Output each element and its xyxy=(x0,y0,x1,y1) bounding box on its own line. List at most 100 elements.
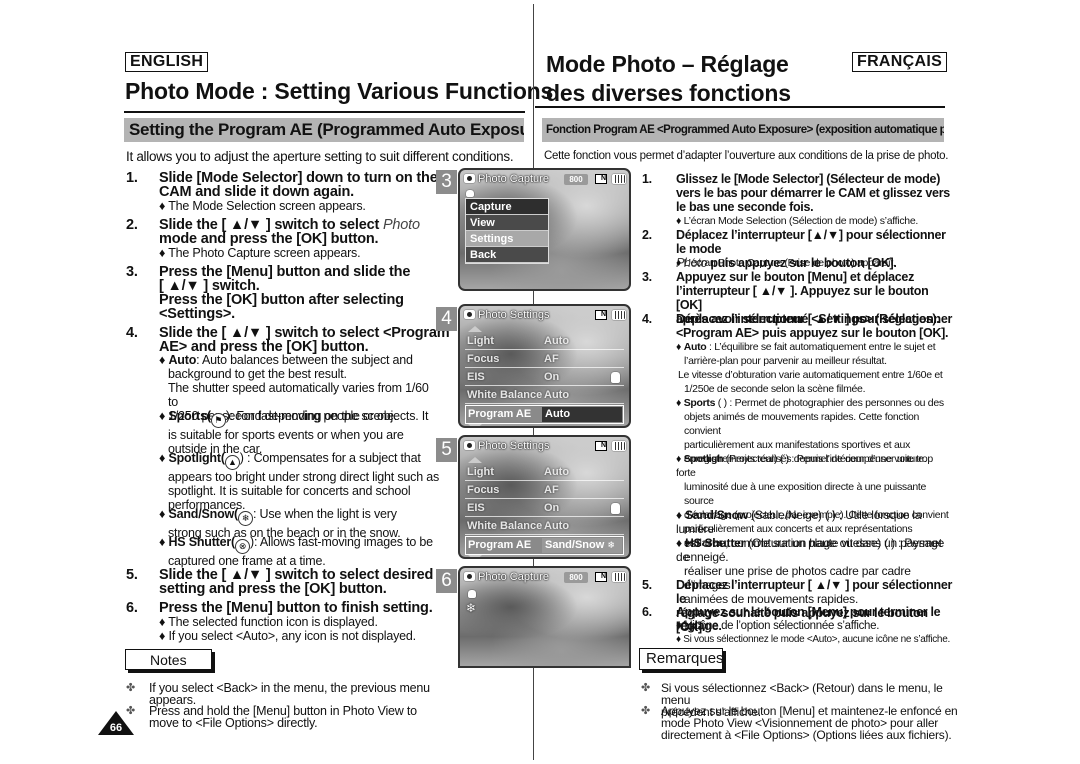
memory-icon: N xyxy=(595,174,607,184)
scroll-up-icon[interactable] xyxy=(468,326,482,332)
hs-shutter-icon: ⊗ xyxy=(235,539,251,554)
option-text: appears too bright under strong direct l… xyxy=(168,470,440,484)
setting-row-white-balance[interactable]: White Balance Auto xyxy=(465,387,624,404)
step-number: 5. xyxy=(642,578,652,592)
scroll-down-icon[interactable] xyxy=(468,555,482,557)
step-number: 3. xyxy=(126,264,138,280)
setting-row-white-balance[interactable]: White Balance Auto xyxy=(465,518,624,535)
step-number: 5. xyxy=(126,567,138,583)
setting-row-eis[interactable]: EIS On xyxy=(465,369,624,386)
stabilizer-icon xyxy=(468,590,476,598)
option-name: Sports( xyxy=(168,409,211,423)
step-number: 6. xyxy=(126,600,138,616)
spotlight-icon: ▲ xyxy=(224,455,240,470)
screen-title: Photo Capture xyxy=(478,571,549,583)
option-text: : Use when the light is very xyxy=(253,507,397,521)
en-step-2-result: ♦ The Photo Capture screen appears. xyxy=(159,246,361,260)
setting-row-eis[interactable]: EIS On xyxy=(465,500,624,517)
setting-row-focus[interactable]: Focus AF xyxy=(465,482,624,499)
option-name: Sand/Snow xyxy=(685,508,748,522)
option-name: Spotligh xyxy=(683,453,724,465)
option-text: background to get the best result. xyxy=(168,367,347,381)
option-text: : L’équilibre se fait automatiquement en… xyxy=(706,341,936,353)
screen-connector xyxy=(533,290,534,305)
setting-value: Auto xyxy=(544,520,570,532)
setting-row-focus[interactable]: Focus AF xyxy=(465,351,624,368)
fr-step-1-result: ♦ L’écran Mode Selection (Sélection de m… xyxy=(676,215,918,227)
step-text: <Program AE> puis appuyez sur le bouton … xyxy=(676,326,949,340)
setting-row-program-ae[interactable]: Program AE Auto xyxy=(465,405,624,424)
screen-connector xyxy=(533,665,534,760)
setting-value: AF xyxy=(544,484,559,496)
option-text: l’arrière-plan pour parvenir au meilleur… xyxy=(684,355,887,367)
menu-item-back[interactable]: Back xyxy=(466,247,548,263)
step-number: 4. xyxy=(642,312,652,326)
scroll-up-icon[interactable] xyxy=(468,457,482,463)
step-text: Press the [Menu] button to finish settin… xyxy=(159,600,433,616)
snowflake-icon: ❄ xyxy=(466,601,477,615)
stabilizer-hand-icon xyxy=(611,503,620,514)
menu-item-capture[interactable]: Capture xyxy=(466,199,548,215)
french-title-line2: des diverses fonctions xyxy=(546,80,791,106)
bullet-diamond: ♦ xyxy=(159,451,166,465)
remarques-heading: Remarques xyxy=(639,648,724,670)
page-number: 66 xyxy=(109,722,123,734)
option-text: is suitable for sports events or when yo… xyxy=(168,428,404,442)
menu-item-settings[interactable]: Settings xyxy=(466,231,548,247)
option-name: HS Shutter( xyxy=(168,535,236,549)
battery-icon xyxy=(612,441,626,451)
screen-photo-capture-menu: Photo Capture 800 N Capture View Setting… xyxy=(458,168,631,291)
memory-icon: N xyxy=(595,441,607,451)
setting-value: Auto xyxy=(544,335,570,347)
option-text: 1/250e de seconde selon la scène filmée. xyxy=(684,383,866,395)
fr-step-2-result: ♦ L’écran Photo Capture (Prise de photo)… xyxy=(676,257,896,269)
bullet-diamond: ♦ xyxy=(159,535,166,549)
setting-value-wrap: Sand/Snow ❄ xyxy=(542,538,622,553)
option-text: particulièrement aux manifestations spor… xyxy=(684,439,911,451)
setting-label: Focus xyxy=(467,484,500,496)
column-divider xyxy=(533,4,534,170)
step-number: 1. xyxy=(642,172,652,186)
step-text: <Settings>. xyxy=(159,306,235,322)
note-bullet: ✤ xyxy=(126,682,136,694)
option-text: ): Allows fast-moving images to be xyxy=(250,535,433,549)
screen-photo-capture-result: Photo Capture 800 N ❄ xyxy=(458,566,631,668)
step-number: 2. xyxy=(642,228,652,242)
fr-option-auto: ♦ Auto : L’équilibre se fait automatique… xyxy=(676,340,946,396)
en-option-hs-shutter: ♦ HS Shutter(⊗): Allows fast-moving imag… xyxy=(159,535,439,568)
step-text: Déplacez l’interrupteur [ ▲/▼ ] pour sél… xyxy=(676,312,953,326)
step-text: Slide the [ ▲/▼ ] switch to select desir… xyxy=(159,567,434,583)
option-text: Le vitesse d’obturation varie automatiqu… xyxy=(678,369,943,381)
option-text: objets animés de mouvements rapides. Cet… xyxy=(684,411,920,437)
screen-title: Photo Settings xyxy=(478,309,550,321)
en-option-spotlight: ♦ Spotlight(▲) : Compensates for a subje… xyxy=(159,451,439,512)
screen-title: Photo Settings xyxy=(478,440,550,452)
setting-value: Auto xyxy=(542,407,622,422)
step-number: 1. xyxy=(126,170,138,186)
screen-step-number: 5 xyxy=(436,438,457,462)
step-number: 2. xyxy=(126,217,138,233)
scroll-down-icon[interactable] xyxy=(468,424,482,426)
setting-row-light[interactable]: Light Auto xyxy=(465,464,624,481)
bullet-diamond: ♦ xyxy=(676,397,682,409)
option-name: HS Shutter xyxy=(685,536,746,550)
english-intro: It allows you to adjust the aperture set… xyxy=(126,149,514,164)
option-name: Spotlight( xyxy=(168,451,225,465)
english-page-title: Photo Mode : Setting Various Functions xyxy=(125,78,554,104)
capture-menu: Capture View Settings Back xyxy=(465,198,549,264)
fr-step-6-result-2: ♦ Si vous sélectionnez le mode <Auto>, a… xyxy=(676,634,950,645)
french-language-label: FRANÇAIS xyxy=(852,52,948,72)
screen-title: Photo Capture xyxy=(478,173,549,185)
setting-row-light[interactable]: Light Auto xyxy=(465,333,624,350)
menu-item-view[interactable]: View xyxy=(466,215,548,231)
fr-step-6-result-1: ♦ L’icône de l’option sélectionnée s’aff… xyxy=(676,620,880,632)
french-title-line1: Mode Photo – Réglage xyxy=(546,51,789,77)
setting-row-program-ae[interactable]: Program AE Sand/Snow ❄ xyxy=(465,536,624,555)
camera-icon xyxy=(464,174,475,183)
option-text: captured one frame at a time. xyxy=(168,554,326,568)
screen-photo-settings-sand-snow: Photo Settings N Light Auto Focus AF EIS On… xyxy=(458,435,631,559)
setting-value: On xyxy=(544,502,560,514)
en-option-sports: ♦ Sports(⚑): For fast-moving people or o… xyxy=(159,409,439,456)
photo-mode-term: Photo xyxy=(382,217,420,233)
note-bullet: ✤ xyxy=(641,682,651,694)
